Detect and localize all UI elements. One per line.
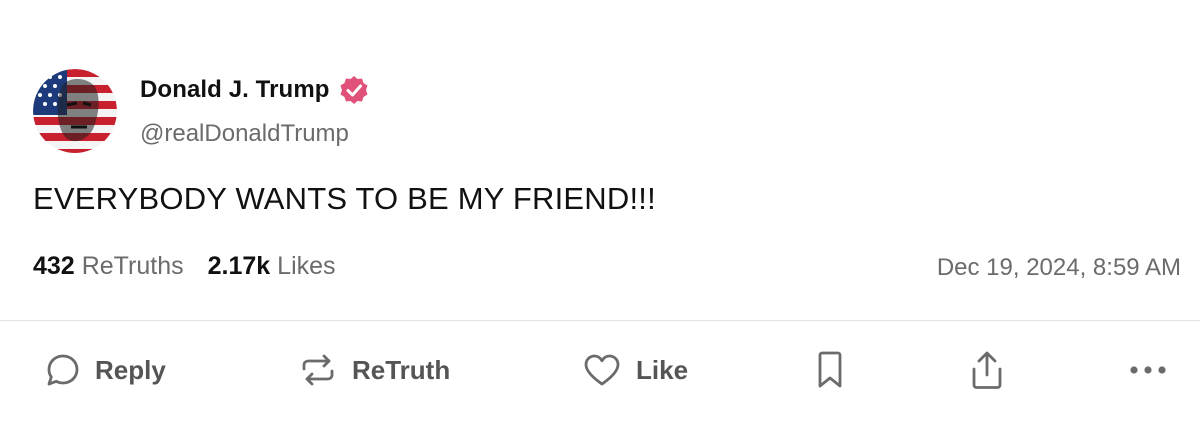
retruth-label: ReTruth bbox=[352, 354, 451, 385]
share-button[interactable] bbox=[968, 345, 1006, 395]
divider bbox=[0, 320, 1200, 321]
like-icon bbox=[582, 352, 622, 388]
retruth-button[interactable]: ReTruth bbox=[298, 345, 450, 395]
post-stats: 432 ReTruths 2.17k Likes bbox=[33, 252, 336, 281]
more-icon bbox=[1128, 364, 1168, 376]
like-label: Like bbox=[636, 354, 689, 385]
post-content: EVERYBODY WANTS TO BE MY FRIEND!!! bbox=[33, 181, 656, 216]
share-icon bbox=[968, 349, 1006, 391]
bookmark-icon bbox=[814, 350, 846, 390]
action-bar: Reply ReTruth Like bbox=[0, 345, 1200, 395]
verified-badge-icon bbox=[338, 74, 370, 106]
author-name-row: Donald J. Trump bbox=[140, 74, 370, 106]
like-button[interactable]: Like bbox=[582, 345, 688, 395]
avatar[interactable] bbox=[33, 69, 117, 153]
avatar-image bbox=[33, 69, 117, 153]
bookmark-button[interactable] bbox=[814, 345, 846, 395]
post-timestamp: Dec 19, 2024, 8:59 AM bbox=[936, 254, 1181, 281]
retruths-label[interactable]: ReTruths bbox=[82, 252, 184, 281]
retruth-icon bbox=[298, 352, 338, 388]
reply-button[interactable]: Reply bbox=[45, 345, 166, 395]
display-name[interactable]: Donald J. Trump bbox=[140, 76, 330, 104]
reply-icon bbox=[45, 352, 81, 388]
reply-label: Reply bbox=[95, 354, 166, 385]
more-options-button[interactable] bbox=[1128, 345, 1168, 395]
likes-count[interactable]: 2.17k bbox=[208, 252, 271, 281]
likes-label[interactable]: Likes bbox=[277, 252, 335, 281]
user-handle[interactable]: @realDonaldTrump bbox=[140, 120, 349, 148]
retruths-count[interactable]: 432 bbox=[33, 252, 75, 281]
